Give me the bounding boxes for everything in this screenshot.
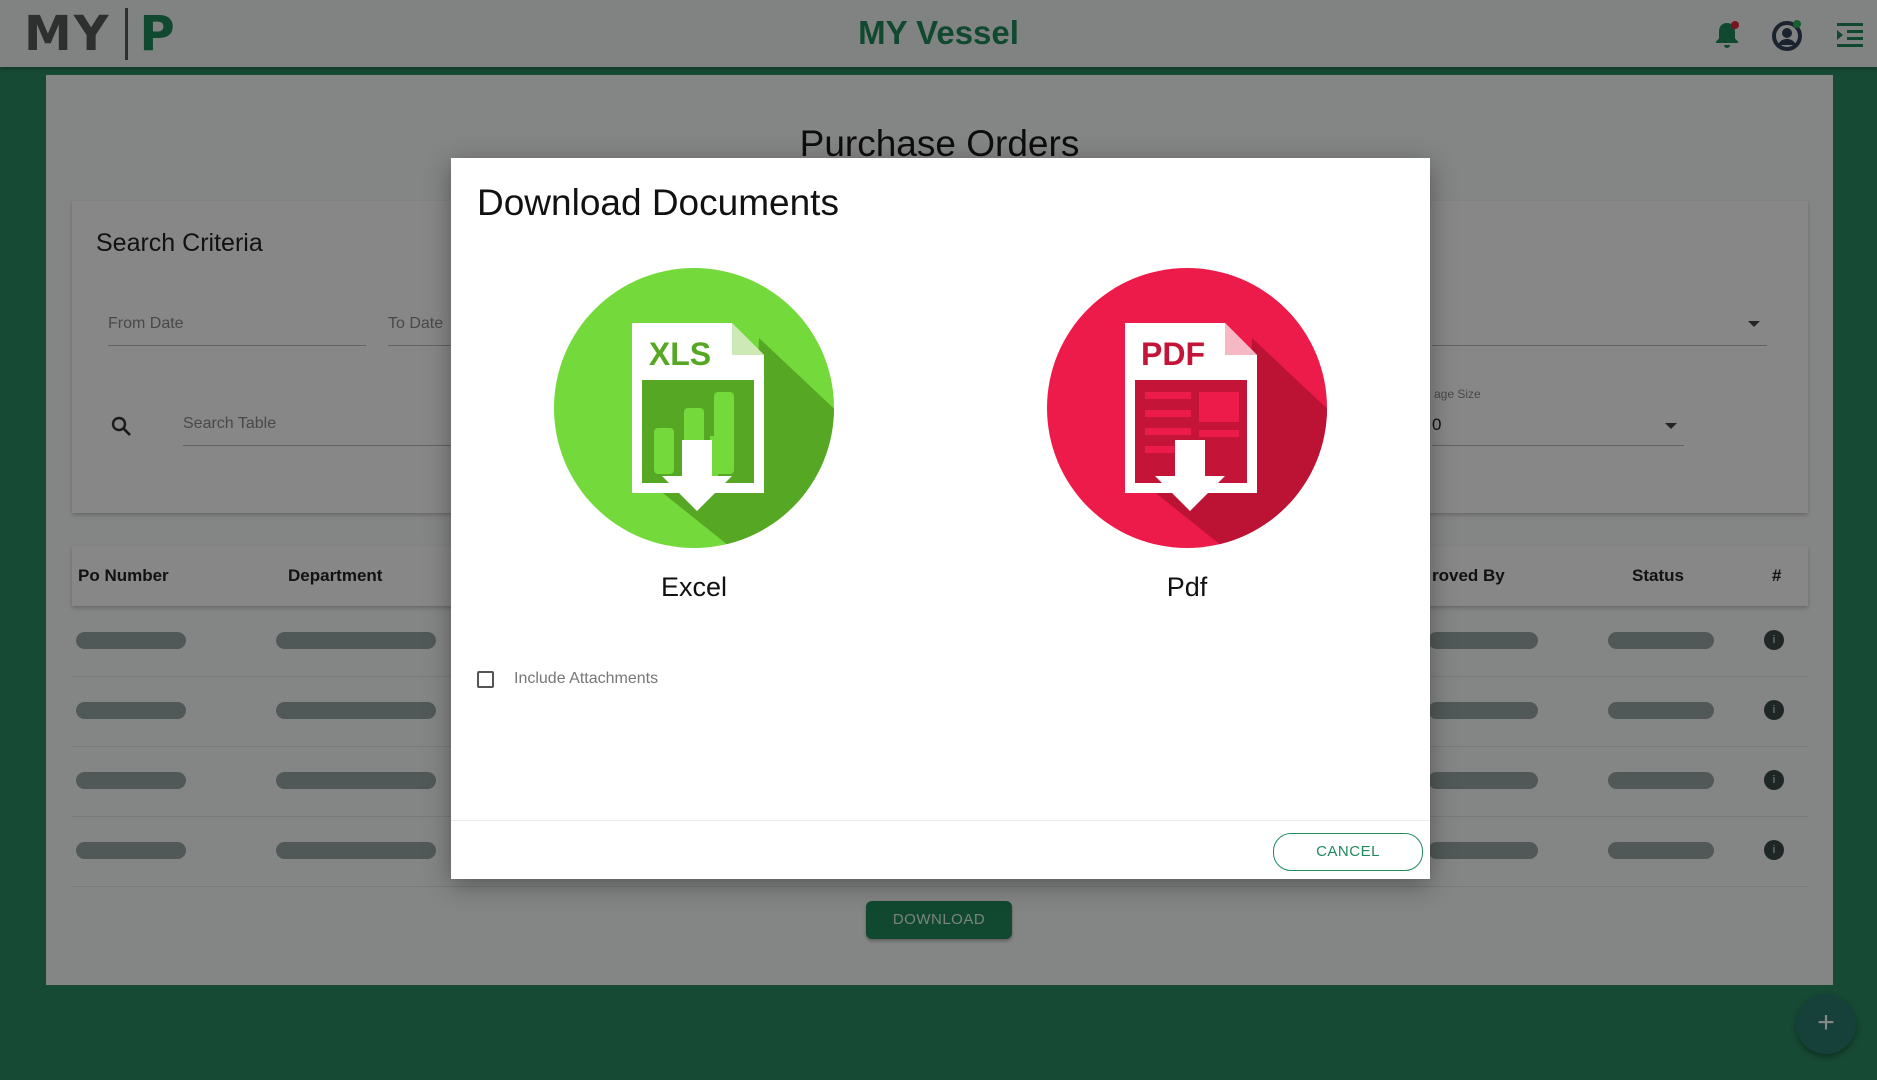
pdf-label: Pdf — [1166, 572, 1208, 602]
excel-download-option[interactable]: XLS Excel — [554, 268, 834, 603]
include-attachments-row[interactable]: Include Attachments — [477, 670, 658, 688]
pdf-badge: PDF — [1141, 336, 1205, 372]
cancel-button[interactable]: CANCEL — [1273, 833, 1423, 871]
pdf-download-option[interactable]: PDF Pdf — [1047, 268, 1327, 603]
pdf-file-icon: PDF — [1047, 268, 1327, 548]
dialog-footer-divider — [451, 820, 1430, 821]
dialog-title: Download Documents — [477, 182, 839, 223]
include-attachments-label[interactable]: Include Attachments — [514, 670, 658, 688]
download-documents-dialog: Download Documents XLS Excel PDF Pdf Inc… — [451, 158, 1430, 879]
excel-file-icon: XLS — [554, 268, 834, 548]
xls-badge: XLS — [649, 336, 711, 372]
include-attachments-checkbox[interactable] — [477, 670, 494, 688]
excel-label: Excel — [660, 572, 728, 602]
